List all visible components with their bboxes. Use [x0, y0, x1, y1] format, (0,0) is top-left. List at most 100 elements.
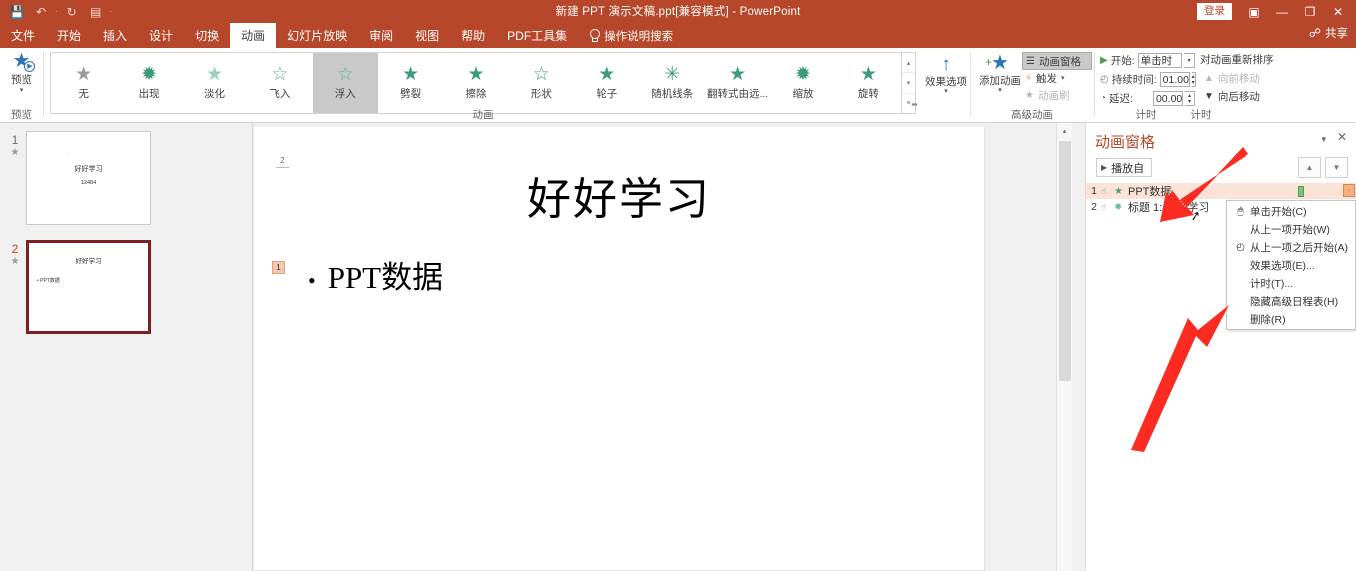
animation-item-menu-icon[interactable]: ·	[1343, 184, 1355, 197]
lightbulb-icon	[588, 29, 600, 42]
tab-slideshow[interactable]: 幻灯片放映	[276, 23, 358, 48]
animation-none[interactable]: ★ 无	[51, 53, 116, 113]
ribbon-display-options-icon[interactable]: ▣	[1240, 0, 1268, 23]
animation-fly-in[interactable]: ☆ 飞入	[247, 53, 312, 113]
trigger-button[interactable]: ⚡ 触发 ▾	[1022, 70, 1092, 87]
slide-body-placeholder[interactable]: • PPT数据	[308, 252, 443, 297]
pane-move-up-button[interactable]: ▲	[1298, 157, 1321, 178]
animation-zoom[interactable]: ✹ 缩放	[770, 53, 835, 113]
tell-me-search[interactable]: 操作说明搜索	[578, 23, 673, 48]
tab-file[interactable]: 文件	[0, 23, 46, 48]
star-icon: ★	[1025, 90, 1034, 101]
animation-list-item-1[interactable]: 1 ☝ ★ PPT数据 ·	[1086, 183, 1356, 199]
slide-title-placeholder[interactable]: 好好学习	[254, 163, 984, 227]
close-icon[interactable]: ✕	[1324, 0, 1352, 23]
add-animation-icon: + ★	[985, 52, 1009, 74]
share-button[interactable]: ☍ 共享	[1309, 25, 1348, 41]
star-icon: ★	[598, 64, 616, 85]
mouse-icon: 🖱	[1237, 205, 1244, 217]
animation-dialog-launcher[interactable]: ⬌	[911, 100, 918, 109]
thumbnail-canvas-2[interactable]: 好好学习 • PPT数据	[26, 240, 151, 334]
animation-random-bars[interactable]: ✳ 随机线条	[640, 53, 705, 113]
animation-tag-body[interactable]: 1	[272, 261, 285, 274]
thumbnail-item-2[interactable]: 2 ★ 好好学习 • PPT数据	[4, 240, 151, 334]
tab-animations[interactable]: 动画	[230, 23, 277, 48]
gallery-scroll-up-icon[interactable]: ▴	[902, 53, 915, 74]
chevron-down-icon[interactable]: ▾	[20, 87, 24, 94]
vertical-scrollbar[interactable]: ▴	[1056, 123, 1072, 571]
tab-view[interactable]: 视图	[404, 23, 450, 48]
animation-appear[interactable]: ✹ 出现	[116, 53, 181, 113]
menu-start-on-click[interactable]: 🖱 单击开始(C)	[1227, 202, 1355, 220]
add-animation-button[interactable]: + ★ 添加动画 ▾	[976, 52, 1024, 94]
chevron-down-icon[interactable]: ▾	[1061, 75, 1065, 82]
play-from-label: 播放自	[1111, 162, 1145, 175]
animation-split[interactable]: ★ 劈裂	[378, 53, 443, 113]
animation-grow-turn[interactable]: ★ 翻转式由远...	[705, 53, 770, 113]
gallery-scroll-down-icon[interactable]: ▾	[902, 73, 915, 94]
preview-star-icon: ★ ▶	[13, 51, 36, 72]
animation-pane-icon: ☰	[1026, 55, 1035, 67]
advanced-animation-commands: ☰ 动画窗格 ⚡ 触发 ▾ ★ 动画刷	[1022, 52, 1092, 104]
delay-stepper[interactable]: ▴ ▾	[1184, 91, 1195, 106]
chevron-down-icon[interactable]: ▾	[998, 87, 1002, 94]
animation-float-in[interactable]: ☆ 浮入	[312, 53, 378, 113]
animation-shape[interactable]: ☆ 形状	[509, 53, 574, 113]
tab-home[interactable]: 开始	[46, 23, 92, 48]
animation-spin[interactable]: ★ 旋转	[836, 53, 901, 113]
delay-input[interactable]: 00.00	[1152, 91, 1183, 106]
duration-row: ◴ 持续时间: 01.00 ▴ ▾	[1097, 70, 1196, 89]
tab-pdf-tools[interactable]: PDF工具集	[496, 23, 578, 48]
preview-button[interactable]: ★ ▶ 预览 ▾	[0, 51, 43, 94]
menu-effect-options[interactable]: 效果选项(E)...	[1227, 256, 1355, 274]
start-label: 开始:	[1110, 55, 1135, 67]
thumbnail-canvas-1[interactable]: · 好好学习 12484	[26, 131, 151, 225]
menu-start-after-previous[interactable]: ◴ 从上一项之后开始(A)	[1227, 238, 1355, 256]
chevron-down-icon[interactable]: ▾	[944, 88, 948, 95]
restore-icon[interactable]: ❐	[1296, 0, 1324, 23]
sparkle-icon: ✹	[1114, 201, 1123, 213]
duration-input[interactable]: 01.00	[1159, 72, 1190, 87]
pane-move-down-button[interactable]: ▼	[1325, 157, 1348, 178]
clock-icon: ◴	[1100, 74, 1109, 85]
scroll-up-icon[interactable]: ▴	[1057, 123, 1072, 139]
sign-in-button[interactable]: 登录	[1197, 3, 1232, 20]
tab-help[interactable]: 帮助	[450, 23, 496, 48]
animation-timeline-bar[interactable]	[1298, 185, 1304, 197]
animation-fade[interactable]: ★ 淡化	[182, 53, 247, 113]
play-from-button[interactable]: ▶ 播放自	[1096, 158, 1153, 177]
tab-insert[interactable]: 插入	[92, 23, 138, 48]
duration-label: 持续时间:	[1111, 74, 1157, 86]
animation-wipe[interactable]: ★ 擦除	[443, 53, 508, 113]
mouse-click-icon: ☝	[1101, 185, 1107, 196]
ribbon-tab-bar: 文件 开始 插入 设计 切换 动画 幻灯片放映 审阅 视图 帮助 PDF工具集 …	[0, 23, 1356, 48]
slide-canvas[interactable]: 2 好好学习 1 • PPT数据	[254, 127, 985, 571]
menu-timing[interactable]: 计时(T)...	[1227, 274, 1355, 292]
ribbon-group-reorder: 对动画重新排序 ▲ 向前移动 ▼ 向后移动 计时	[1191, 48, 1336, 123]
chevron-down-icon[interactable]: ▾	[1184, 53, 1195, 68]
menu-hide-advanced-timeline[interactable]: 隐藏高级日程表(H)	[1227, 292, 1355, 310]
move-earlier-button: ▲ 向前移动	[1204, 72, 1260, 85]
menu-start-with-previous[interactable]: 从上一项开始(W)	[1227, 220, 1355, 238]
thumbnail-item-1[interactable]: 1 ★ · 好好学习 12484	[4, 131, 151, 225]
tab-design[interactable]: 设计	[138, 23, 184, 48]
animation-pane-toggle[interactable]: ☰ 动画窗格	[1022, 52, 1092, 70]
group-divider	[970, 52, 971, 116]
tab-review[interactable]: 审阅	[358, 23, 404, 48]
slide-thumbnail-pane[interactable]: 1 ★ · 好好学习 12484 2 ★ 好好学习 • PPT数据	[0, 123, 253, 571]
animation-wheel[interactable]: ★ 轮子	[574, 53, 639, 113]
effect-options-button[interactable]: ↑ 效果选项 ▾	[922, 55, 970, 95]
scrollbar-thumb[interactable]	[1059, 141, 1071, 381]
title-bar: 💾 ↶ · ↻ ▤ · 新建 PPT 演示文稿.ppt[兼容模式] - Powe…	[0, 0, 1356, 23]
minimize-icon[interactable]: —	[1268, 0, 1296, 23]
move-later-button[interactable]: ▼ 向后移动	[1196, 87, 1336, 105]
thumbnail-number-1: 1 ★	[4, 131, 26, 158]
thumbnail-bullet-2: • PPT数据	[37, 278, 60, 284]
group-divider	[1094, 52, 1095, 116]
tab-transitions[interactable]: 切换	[184, 23, 230, 48]
pane-close-icon[interactable]: ✕	[1337, 130, 1347, 144]
menu-remove[interactable]: 删除(R)	[1227, 310, 1355, 328]
start-select[interactable]: 单击时	[1137, 53, 1183, 68]
animation-gallery[interactable]: ★ 无 ✹ 出现 ★ 淡化 ☆ 飞入 ☆ 浮入 ★ 劈裂 ★ 擦除 ☆ 形状 ★…	[50, 52, 902, 114]
pane-options-icon[interactable]: ▾	[1321, 134, 1326, 145]
